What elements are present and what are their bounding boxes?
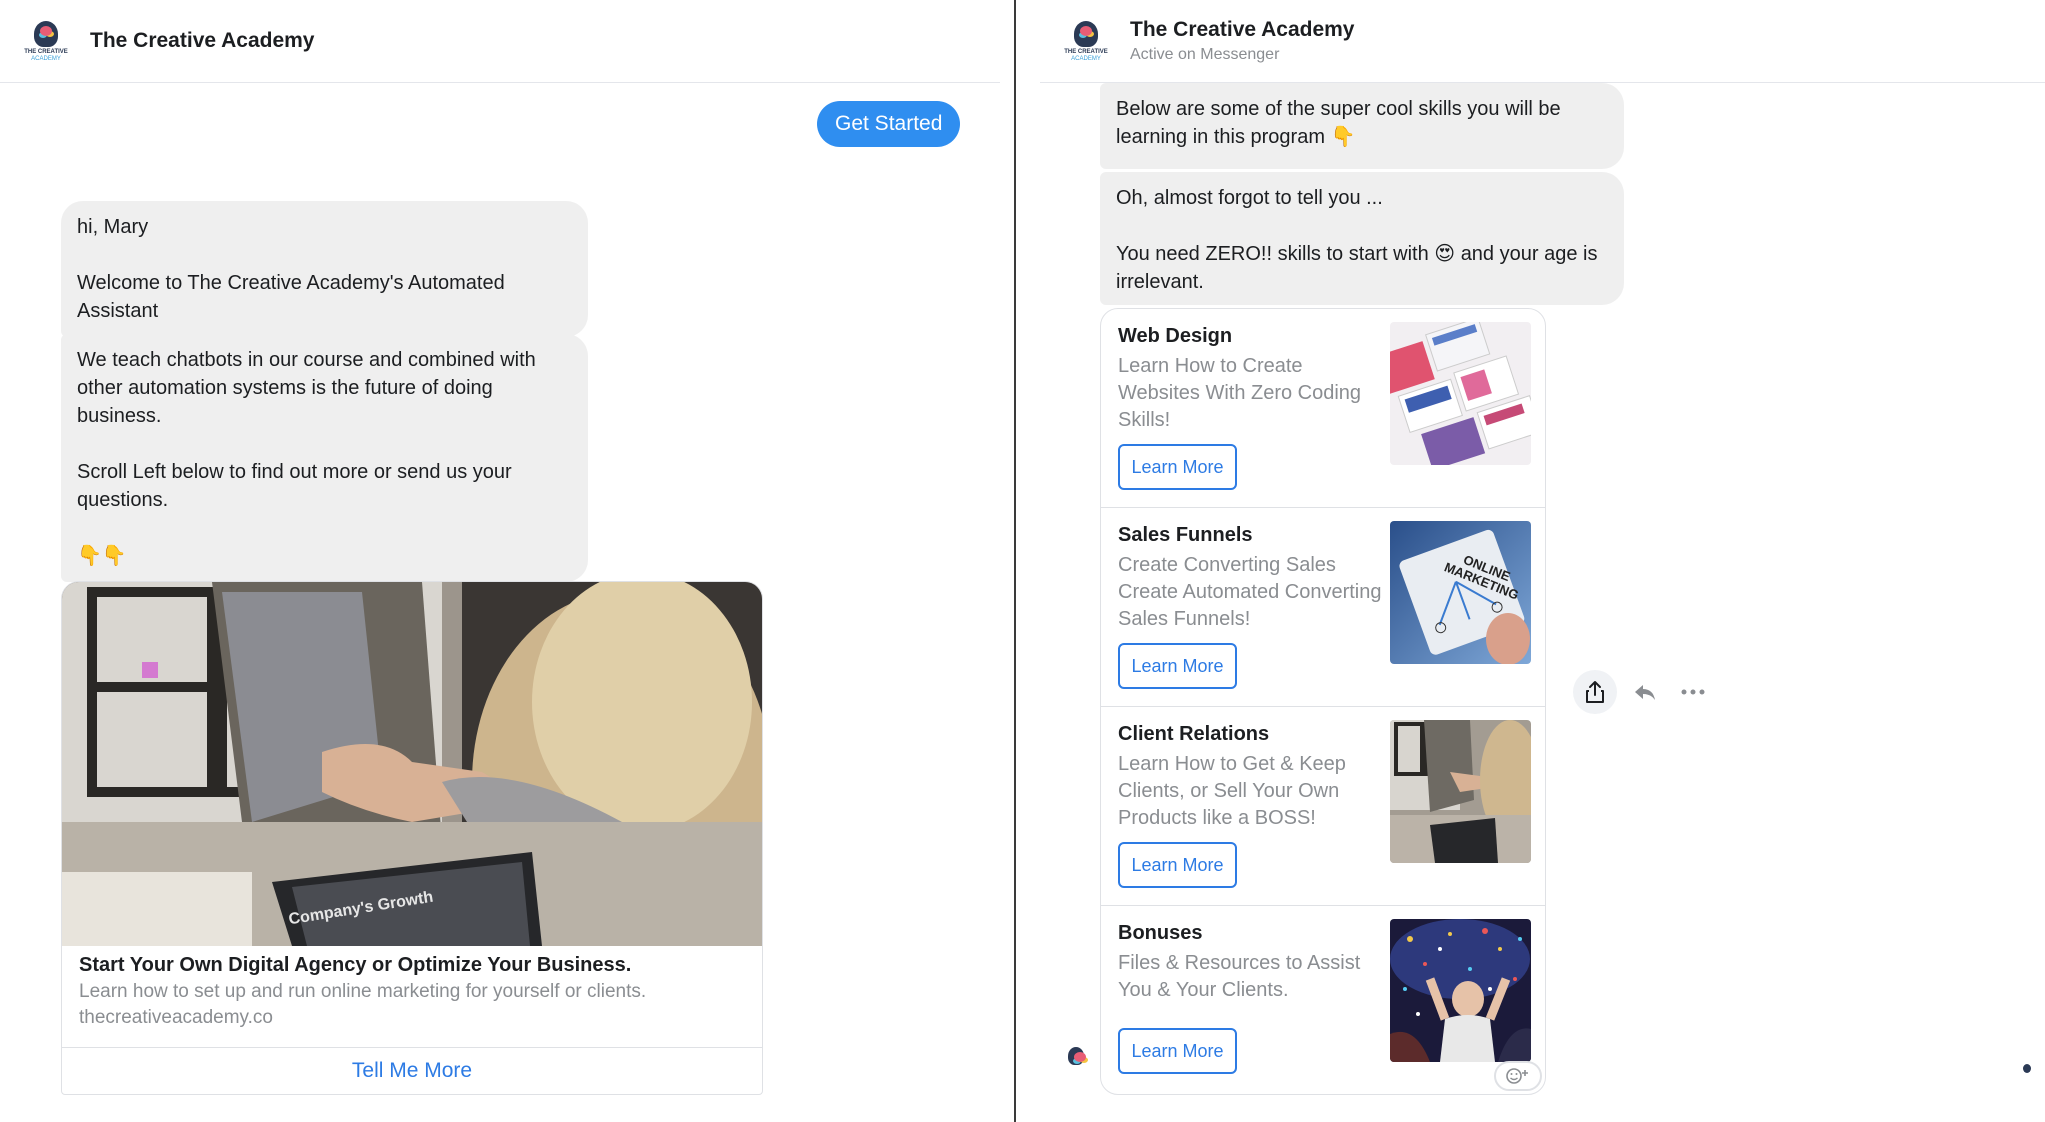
list-item-subtitle: Create Converting Sales Create Automated… [1118,554,1382,630]
handshake-photo: Company's Growth [62,582,762,946]
get-started-button[interactable]: Get Started [817,101,961,147]
logo-text-1: THE CREATIVE [24,48,68,55]
message-bubble: We teach chatbots in our course and comb… [61,334,588,582]
page-title: The Creative Academy [90,29,315,52]
list-item-title: Web Design [1118,325,1233,347]
active-status: Active on Messenger [1130,46,1280,63]
page-title: The Creative Academy [1130,18,1355,41]
generic-template-card: Company's Growth Start Your Own Digital … [61,581,763,1095]
right-chat-panel: THE CREATIVE ACADEMY The Creative Academ… [1016,0,2045,1122]
list-item-client-relations[interactable]: Client Relations Learn How to Get & Keep… [1101,707,1545,906]
list-item-subtitle: Learn How to Get & Keep Clients, or Sell… [1118,753,1346,829]
seen-avatar-icon [2023,1063,2031,1073]
chat-header: THE CREATIVE ACADEMY The Creative Academ… [1058,0,1355,82]
list-item-title: Sales Funnels [1118,524,1253,546]
list-item-bonuses[interactable]: Bonuses Files & Resources to Assist You … [1101,906,1545,1094]
sender-avatar[interactable] [1058,1038,1094,1074]
sales-funnels-image: ONLINE MARKETING [1390,521,1531,664]
reply-icon[interactable] [1623,670,1667,714]
card-body[interactable]: Start Your Own Digital Agency or Optimiz… [62,946,762,1048]
client-relations-image [1390,720,1531,863]
add-reaction-icon[interactable] [1494,1061,1542,1091]
message-bubble: hi, Mary Welcome to The Creative Academy… [61,201,588,337]
more-icon[interactable] [1671,670,1715,714]
card-title: Start Your Own Digital Agency or Optimiz… [79,954,632,976]
message-bubble: Oh, almost forgot to tell you ... You ne… [1100,172,1624,305]
learn-more-button[interactable]: Learn More [1118,1028,1237,1074]
list-item-title: Client Relations [1118,723,1270,745]
seen-avatar [2017,1058,2037,1078]
bonuses-image [1390,919,1531,1062]
learn-more-button[interactable]: Learn More [1118,643,1237,689]
learn-more-button[interactable]: Learn More [1118,444,1237,490]
list-item-web-design[interactable]: Web Design Learn How to Create Websites … [1101,309,1545,508]
screenshot-stage: THE CREATIVE ACADEMY The Creative Academ… [0,0,2045,1122]
header-divider [0,82,1000,83]
tell-me-more-button[interactable]: Tell Me More [62,1048,762,1094]
chat-header: THE CREATIVE ACADEMY The Creative Academ… [18,0,315,82]
logo-text-1: THE CREATIVE [1064,48,1108,55]
list-template: Web Design Learn How to Create Websites … [1100,308,1546,1095]
share-icon[interactable] [1573,670,1617,714]
list-item-sales-funnels[interactable]: Sales Funnels Create Converting Sales Cr… [1101,508,1545,707]
learn-more-button[interactable]: Learn More [1118,842,1237,888]
logo-text-2: ACADEMY [31,55,61,62]
logo-text-2: ACADEMY [1071,55,1101,62]
logo-head-icon [1068,1047,1086,1065]
card-description: Learn how to set up and run online marke… [79,981,647,1002]
logo-head-icon [34,20,58,47]
page-avatar[interactable]: THE CREATIVE ACADEMY [18,13,74,69]
card-link[interactable]: thecreativeacademy.co [79,1005,745,1031]
list-item-subtitle: Files & Resources to Assist You & Your C… [1118,952,1361,1001]
left-chat-panel: THE CREATIVE ACADEMY The Creative Academ… [0,0,1014,1122]
list-item-subtitle: Learn How to Create Websites With Zero C… [1118,355,1362,431]
web-design-image [1390,322,1531,465]
list-item-title: Bonuses [1118,922,1203,944]
logo-head-icon [1074,20,1098,47]
message-bubble: Below are some of the super cool skills … [1100,83,1624,169]
page-avatar[interactable]: THE CREATIVE ACADEMY [1058,13,1114,69]
